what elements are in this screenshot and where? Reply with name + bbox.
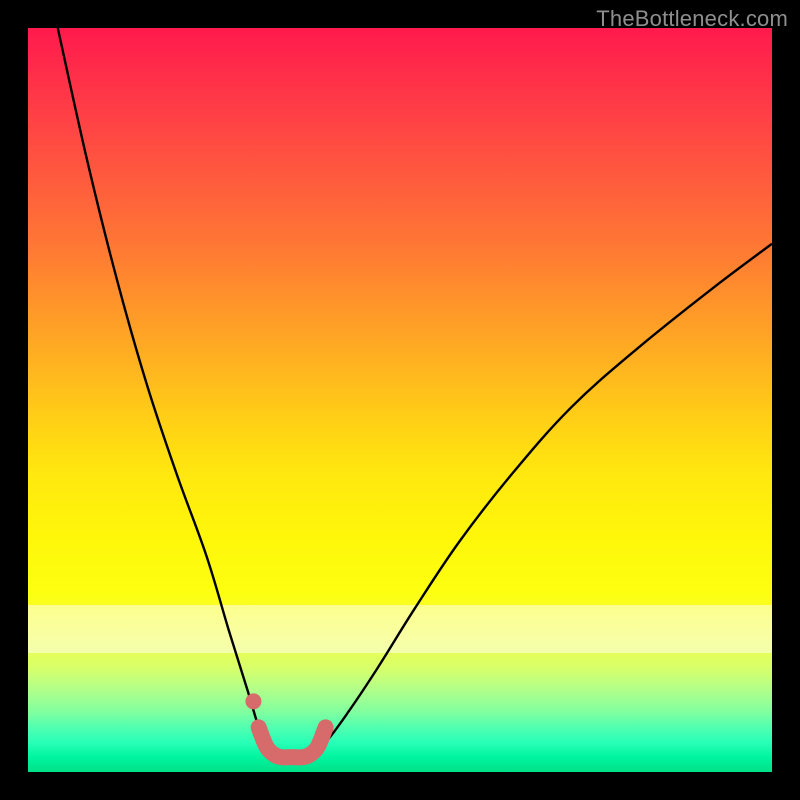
left-curve-line (58, 28, 274, 753)
dot-marker (245, 693, 261, 709)
chart-plot-svg (28, 28, 772, 772)
valley-marker-stroke (259, 727, 326, 757)
chart-frame (28, 28, 772, 772)
right-curve-line (311, 244, 772, 754)
